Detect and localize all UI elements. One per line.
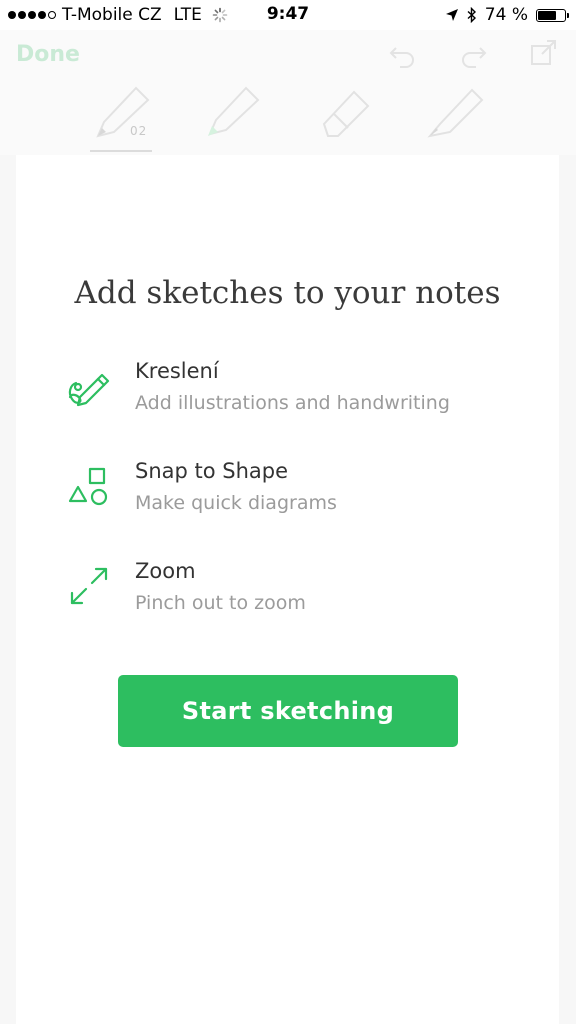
start-sketching-button[interactable]: Start sketching [118,675,458,747]
done-button[interactable]: Done [16,42,80,67]
battery-percentage: 74 % [484,5,528,25]
undo-icon[interactable] [388,42,418,68]
eraser-icon[interactable] [314,84,374,140]
pen-size-label: 02 [130,124,148,138]
feature-zoom: Zoom Pinch out to zoom [66,555,536,625]
zoom-arrows-icon [70,567,108,605]
status-bar: T-Mobile CZ LTE 9:47 74 % [0,0,576,30]
sketch-toolbar: Done 02 [0,30,576,155]
location-arrow-icon [445,9,458,21]
battery-icon [536,8,569,22]
sketch-pen-icon [68,373,110,407]
battery-level [538,10,556,20]
feature-title: Snap to Shape [135,459,289,483]
highlighter-icon[interactable] [202,84,262,140]
feature-title: Zoom [135,559,196,583]
feature-snap-to-shape: Snap to Shape Make quick diagrams [66,455,536,525]
sketch-onboarding-screen: T-Mobile CZ LTE 9:47 74 % Done 02 Add sk… [0,0,576,1024]
feature-title: Kreslení [135,359,219,383]
feature-description: Make quick diagrams [135,492,337,514]
onboarding-title: Add sketches to your notes [74,275,501,311]
export-icon[interactable] [528,36,560,68]
onboarding-card: Add sketches to your notes Kreslení Add … [16,155,559,1024]
feature-description: Add illustrations and handwriting [135,392,450,414]
feature-description: Pinch out to zoom [135,592,306,614]
selected-tool-indicator [90,150,152,152]
pen-icon[interactable] [424,84,486,140]
bluetooth-icon [467,7,476,23]
redo-icon[interactable] [458,42,488,68]
feature-sketching: Kreslení Add illustrations and handwriti… [66,355,536,425]
pen-tray: 02 [0,82,576,154]
shapes-icon [68,467,108,506]
status-right: 74 % [445,5,569,25]
